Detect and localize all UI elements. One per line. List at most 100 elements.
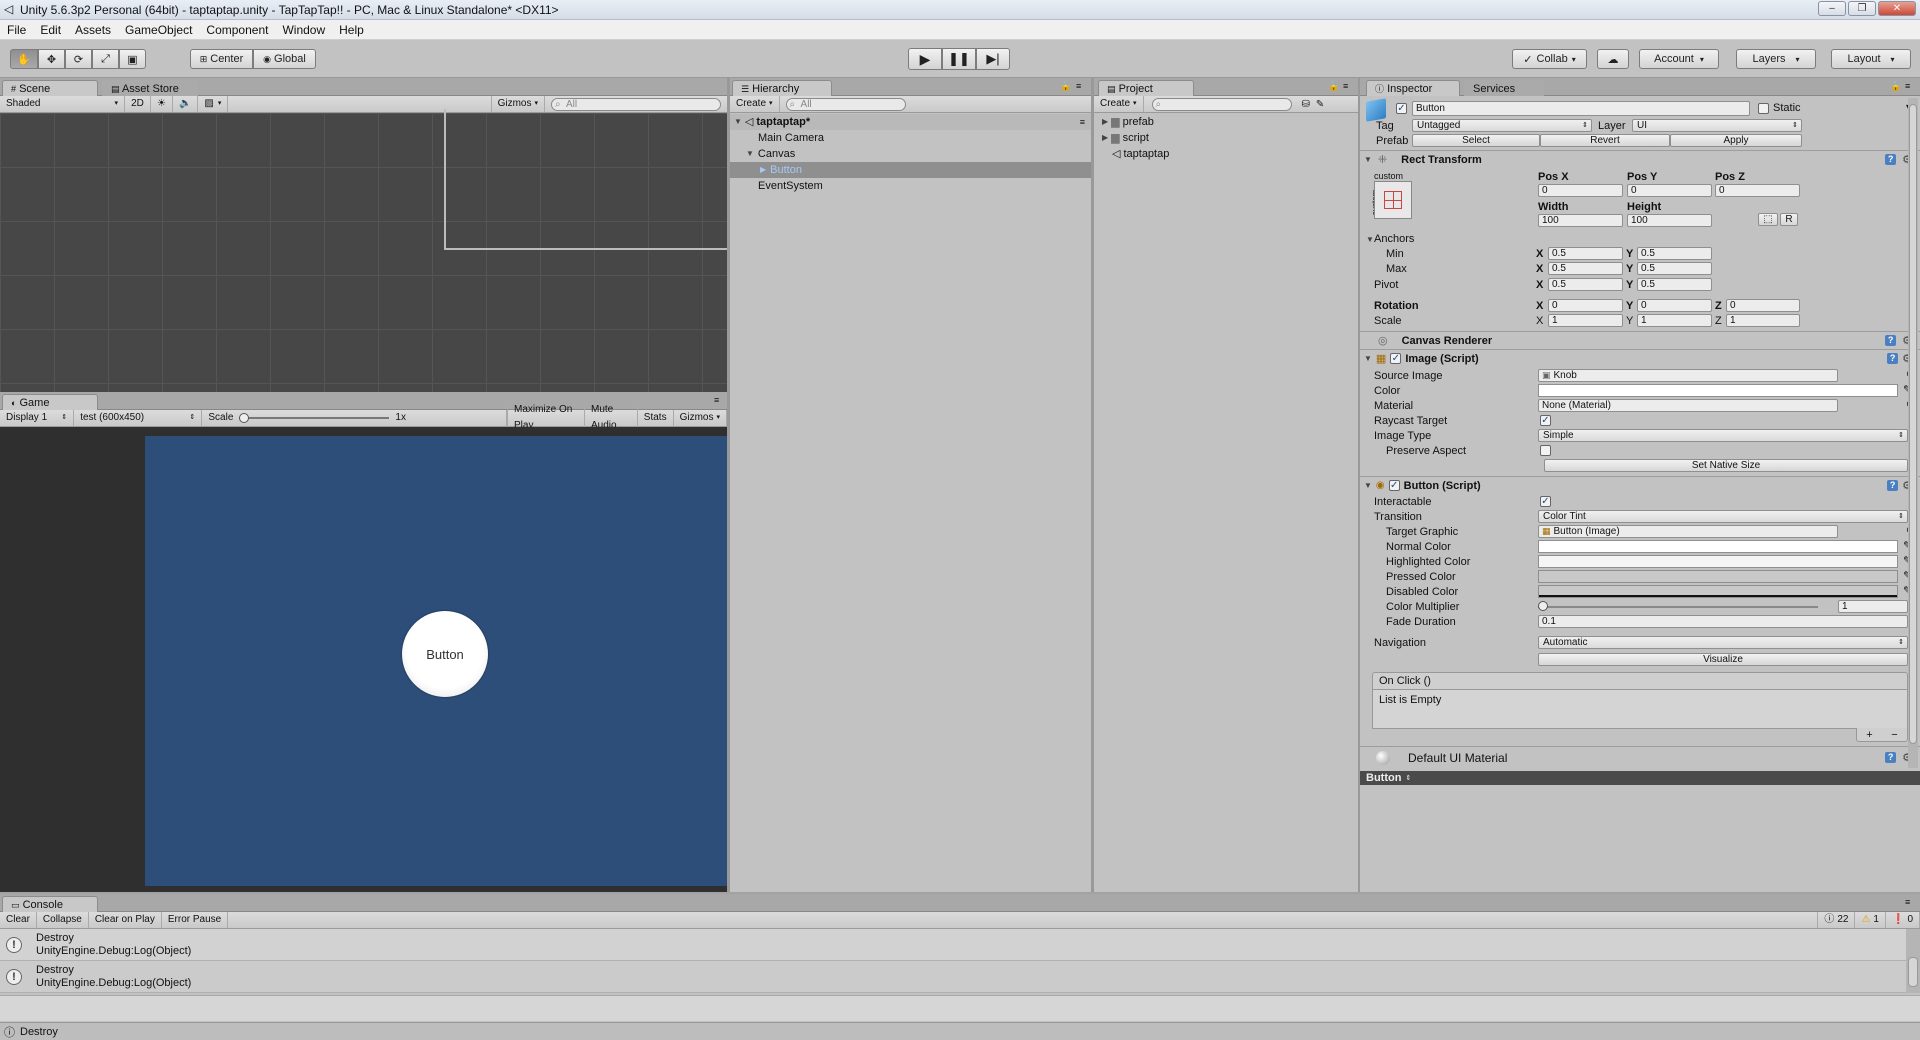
menu-assets[interactable]: Assets: [68, 20, 118, 40]
pivot-global-button[interactable]: ◉ Global: [253, 49, 316, 69]
anchors-expand-arrow-icon[interactable]: ▼: [1366, 235, 1374, 244]
anchor-presets-button[interactable]: [1374, 181, 1412, 219]
help-icon[interactable]: ?: [1885, 154, 1897, 165]
lighting-toggle-icon[interactable]: ☀: [151, 96, 173, 112]
scale-tool-icon[interactable]: ⤢: [92, 49, 119, 69]
menu-gameobject[interactable]: GameObject: [118, 20, 199, 40]
tag-dropdown[interactable]: Untagged ⇕: [1412, 119, 1592, 132]
menu-window[interactable]: Window: [275, 20, 332, 40]
console-entry[interactable]: ! Destroy UnityEngine.Debug:Log(Object): [0, 961, 1906, 993]
lock-icon[interactable]: 🔒: [1060, 81, 1071, 92]
tab-asset-store[interactable]: ▤ Asset Store: [102, 80, 198, 96]
static-checkbox[interactable]: [1758, 103, 1769, 114]
image-component-header[interactable]: ▼ ▦ ✓ Image (Script) ? ⚙: [1360, 349, 1920, 367]
hand-tool-icon[interactable]: ✋: [10, 49, 38, 69]
height-input[interactable]: 100: [1627, 214, 1712, 227]
rotation-y-input[interactable]: 0: [1637, 299, 1712, 312]
tab-hierarchy[interactable]: ☰ Hierarchy: [732, 80, 832, 96]
pivot-center-button[interactable]: ⊞ Center: [190, 49, 253, 69]
project-search-input[interactable]: ⌕: [1151, 97, 1292, 111]
raycast-target-checkbox[interactable]: ✓: [1540, 415, 1551, 426]
interactable-checkbox[interactable]: ✓: [1540, 496, 1551, 507]
posx-input[interactable]: 0: [1538, 184, 1623, 197]
preserve-aspect-checkbox[interactable]: [1540, 445, 1551, 456]
tree-item-eventsystem[interactable]: EventSystem: [730, 178, 1091, 194]
panel-menu-icon[interactable]: ≡: [1905, 81, 1910, 91]
panel-menu-icon[interactable]: ≡: [1905, 897, 1910, 907]
scene-view[interactable]: [0, 109, 734, 392]
shading-dropdown[interactable]: Shaded ▾: [0, 96, 125, 112]
maximize-button[interactable]: ❐: [1848, 1, 1876, 16]
raw-edit-button[interactable]: R: [1780, 213, 1798, 226]
panel-menu-icon[interactable]: ≡: [1076, 81, 1081, 91]
menu-edit[interactable]: Edit: [33, 20, 68, 40]
active-checkbox[interactable]: ✓: [1396, 103, 1407, 114]
disabled-color-swatch[interactable]: [1538, 585, 1898, 598]
color-multiplier-input[interactable]: 1: [1838, 600, 1908, 613]
project-item-taptaptap[interactable]: ◁ taptaptap: [1094, 146, 1358, 162]
help-icon[interactable]: ?: [1887, 480, 1899, 491]
minimize-button[interactable]: –: [1818, 1, 1846, 16]
anchor-max-x-input[interactable]: 0.5: [1548, 262, 1623, 275]
anchor-min-y-input[interactable]: 0.5: [1637, 247, 1712, 260]
expand-arrow-icon[interactable]: ▼: [1364, 155, 1372, 164]
color-multiplier-slider[interactable]: [1538, 600, 1818, 613]
expand-arrow-icon[interactable]: ▼: [734, 114, 742, 130]
console-scrollbar[interactable]: [1906, 929, 1920, 993]
scale-slider[interactable]: [239, 413, 390, 423]
normal-color-swatch[interactable]: [1538, 540, 1898, 553]
scene-menu-icon[interactable]: ≡: [1080, 114, 1085, 130]
button-enabled-checkbox[interactable]: ✓: [1388, 480, 1400, 491]
layers-dropdown[interactable]: Layers ▾: [1736, 49, 1816, 69]
rotation-x-input[interactable]: 0: [1548, 299, 1623, 312]
pressed-color-swatch[interactable]: [1538, 570, 1898, 583]
menu-file[interactable]: File: [0, 20, 33, 40]
tree-item-main-camera[interactable]: Main Camera: [730, 130, 1091, 146]
rotate-tool-icon[interactable]: ⟳: [65, 49, 92, 69]
collapse-arrow-icon[interactable]: ▶: [1102, 130, 1108, 146]
hierarchy-search-input[interactable]: ⌕ All: [785, 97, 906, 111]
collab-button[interactable]: ✓ Collab ▾: [1512, 49, 1587, 69]
help-icon[interactable]: ?: [1887, 353, 1899, 364]
panel-menu-icon[interactable]: ≡: [714, 395, 719, 405]
pause-button[interactable]: ❚❚: [942, 48, 976, 70]
console-entry[interactable]: ! Destroy UnityEngine.Debug:Log(Object): [0, 929, 1906, 961]
pivot-y-input[interactable]: 0.5: [1637, 278, 1712, 291]
tab-inspector[interactable]: ⓘ Inspector: [1366, 80, 1460, 96]
move-tool-icon[interactable]: ✥: [38, 49, 65, 69]
project-item-script[interactable]: ▶ ▆ script: [1094, 130, 1358, 146]
display-dropdown[interactable]: Display 1 ⇕: [0, 410, 75, 426]
width-input[interactable]: 100: [1538, 214, 1623, 227]
cloud-button[interactable]: ☁: [1597, 49, 1629, 69]
set-native-size-button[interactable]: Set Native Size: [1544, 459, 1908, 472]
project-create-dropdown[interactable]: Create ▾: [1094, 96, 1144, 112]
preview-bar[interactable]: Button ⇕: [1360, 771, 1920, 785]
target-graphic-field[interactable]: ▦ Button (Image): [1538, 525, 1838, 538]
layer-dropdown[interactable]: UI ⇕: [1632, 119, 1802, 132]
pivot-x-input[interactable]: 0.5: [1548, 278, 1623, 291]
image-enabled-checkbox[interactable]: ✓: [1390, 353, 1402, 364]
layout-dropdown[interactable]: Layout ▾: [1831, 49, 1911, 69]
tree-item-canvas[interactable]: ▼ Canvas: [730, 146, 1091, 162]
step-button[interactable]: ▶|: [976, 48, 1010, 70]
scrollbar-thumb[interactable]: [1908, 957, 1918, 987]
console-collapse-button[interactable]: Collapse: [37, 912, 89, 928]
rect-tool-icon[interactable]: ▣: [119, 49, 146, 69]
console-clear-button[interactable]: Clear: [0, 912, 37, 928]
console-error-pause-button[interactable]: Error Pause: [162, 912, 229, 928]
prefab-revert-button[interactable]: Revert: [1540, 134, 1670, 147]
anchor-max-y-input[interactable]: 0.5: [1637, 262, 1712, 275]
filter-by-label-icon[interactable]: ✎: [1316, 99, 1324, 110]
visualize-button[interactable]: Visualize: [1538, 653, 1908, 666]
panel-divider[interactable]: [1358, 78, 1360, 892]
scrollbar-thumb[interactable]: [1909, 104, 1917, 744]
log-count-toggle[interactable]: ⓘ 22: [1817, 912, 1856, 928]
play-button[interactable]: ▶: [908, 48, 942, 70]
gizmos-dropdown[interactable]: Gizmos ▾: [674, 410, 727, 426]
tree-item-button[interactable]: ▶ Button: [730, 162, 1091, 178]
effects-dropdown[interactable]: ▨ ▾: [198, 96, 229, 112]
image-type-dropdown[interactable]: Simple ⇕: [1538, 429, 1908, 442]
tab-console[interactable]: ▭ Console: [2, 896, 98, 912]
project-item-prefab[interactable]: ▶ ▆ prefab: [1094, 114, 1358, 130]
account-dropdown[interactable]: Account ▾: [1639, 49, 1719, 69]
